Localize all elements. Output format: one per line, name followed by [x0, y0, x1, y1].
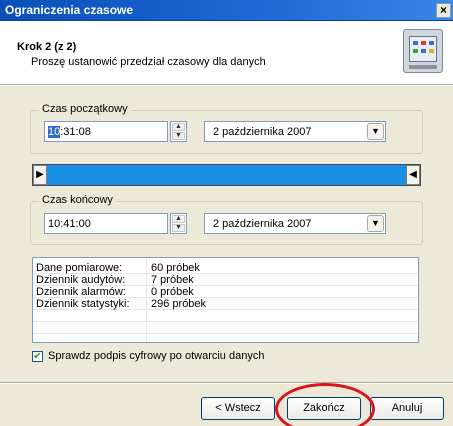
list-item: Dziennik statystyki: 296 próbek — [33, 298, 418, 310]
start-time-label: Czas początkowy — [39, 103, 131, 115]
summary-value: 60 próbek — [151, 262, 200, 274]
end-date-value: 2 października 2007 — [213, 218, 312, 230]
end-time-value: 10:41:00 — [48, 218, 91, 230]
back-button[interactable]: < Wstecz — [201, 397, 275, 420]
step-title: Krok 2 (z 2) — [17, 41, 77, 53]
recorder-device-icon — [403, 29, 443, 73]
start-time-rest: :31:08 — [60, 126, 91, 138]
summary-list: Dane pomiarowe: 60 próbek Dziennik audyt… — [32, 257, 419, 343]
start-time-spinner[interactable]: ▲ ▼ — [170, 121, 187, 142]
title-bar: Ograniczenia czasowe × — [0, 0, 453, 21]
summary-value: 7 próbek — [151, 274, 194, 286]
window-title: Ograniczenia czasowe — [5, 3, 134, 17]
close-button[interactable]: × — [436, 3, 451, 18]
start-date-select[interactable]: 2 października 2007 ▼ — [204, 121, 386, 142]
list-item — [33, 310, 418, 322]
slider-left-handle[interactable]: ▶ — [33, 165, 47, 185]
summary-label: Dziennik audytów: — [36, 274, 126, 286]
slider-right-handle[interactable]: ◀ — [406, 165, 420, 185]
highlight-circle — [275, 383, 375, 426]
end-time-label: Czas końcowy — [39, 194, 116, 206]
list-item: Dane pomiarowe: 60 próbek — [33, 262, 418, 274]
wizard-header: Krok 2 (z 2) Proszę ustanowić przedział … — [0, 21, 453, 85]
list-item: Dziennik alarmów: 0 próbek — [33, 286, 418, 298]
time-range-slider[interactable]: ▶ ◀ — [32, 164, 421, 186]
divider — [0, 382, 453, 384]
summary-label: Dziennik alarmów: — [36, 286, 126, 298]
spin-up-icon[interactable]: ▲ — [172, 215, 185, 223]
end-date-select[interactable]: 2 października 2007 ▼ — [204, 213, 386, 234]
spin-up-icon[interactable]: ▲ — [172, 123, 185, 131]
spin-down-icon[interactable]: ▼ — [172, 224, 185, 232]
chevron-down-icon[interactable]: ▼ — [367, 123, 384, 140]
spin-down-icon[interactable]: ▼ — [172, 132, 185, 140]
start-time-input[interactable]: 10:31:08 — [44, 121, 168, 142]
end-time-spinner[interactable]: ▲ ▼ — [170, 213, 187, 234]
cancel-button[interactable]: Anuluj — [370, 397, 444, 420]
list-item: Dziennik audytów: 7 próbek — [33, 274, 418, 286]
chevron-down-icon[interactable]: ▼ — [367, 215, 384, 232]
start-date-value: 2 października 2007 — [213, 126, 312, 138]
verify-signature-checkbox[interactable]: ✔ — [32, 351, 43, 362]
start-time-selected: 10 — [48, 126, 61, 138]
step-subtitle: Proszę ustanowić przedział czasowy dla d… — [31, 56, 266, 68]
summary-label: Dziennik statystyki: — [36, 298, 130, 310]
summary-value: 296 próbek — [151, 298, 207, 310]
summary-value: 0 próbek — [151, 286, 194, 298]
end-time-input[interactable]: 10:41:00 — [44, 213, 168, 234]
verify-signature-label[interactable]: Sprawdz podpis cyfrowy po otwarciu danyc… — [48, 350, 264, 362]
summary-label: Dane pomiarowe: — [36, 262, 123, 274]
list-item — [33, 322, 418, 334]
